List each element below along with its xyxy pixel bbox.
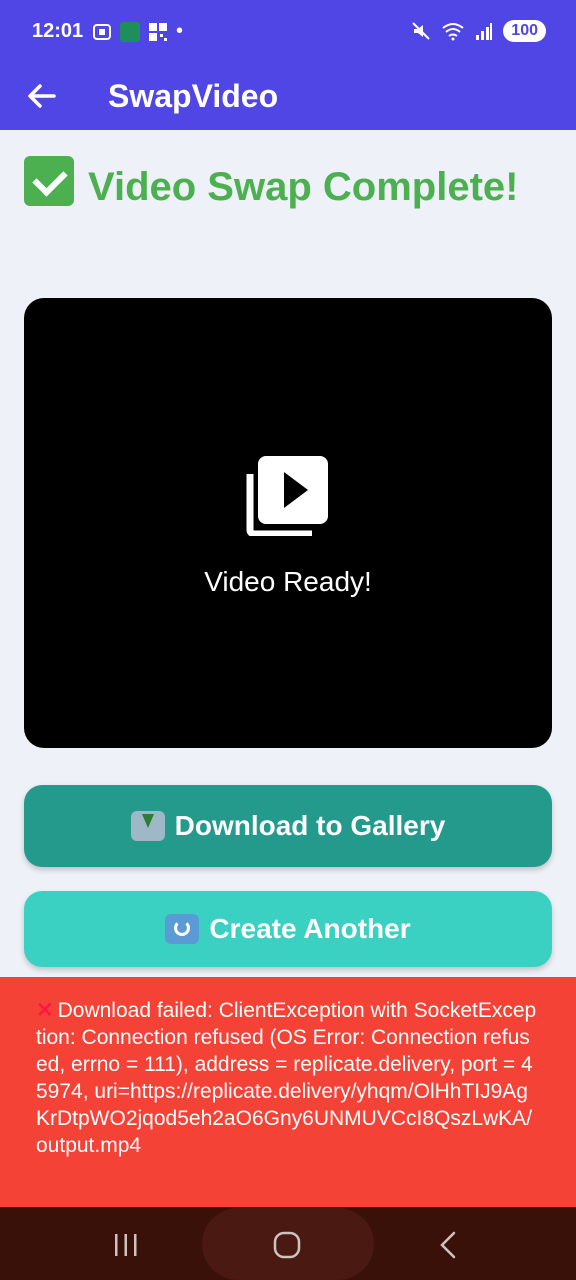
app-icon bbox=[120, 21, 140, 42]
app-bar: SwapVideo bbox=[0, 64, 576, 130]
home-icon[interactable] bbox=[272, 1230, 302, 1260]
video-ready-label: Video Ready! bbox=[204, 566, 372, 597]
headline-text: Video Swap Complete! bbox=[88, 165, 519, 209]
status-time: 12:01 bbox=[32, 20, 84, 42]
screenshot-icon bbox=[93, 23, 111, 40]
status-left-icons: • bbox=[92, 20, 183, 43]
qr-icon bbox=[149, 22, 167, 41]
check-mark-icon bbox=[24, 156, 74, 206]
download-button-label: Download to Gallery bbox=[174, 810, 446, 841]
recent-apps-icon[interactable] bbox=[112, 1232, 140, 1258]
status-right-icons: 100 bbox=[411, 20, 546, 42]
create-another-button[interactable]: Create Another bbox=[24, 891, 552, 967]
error-banner: ✕ Download failed: ClientException with S… bbox=[0, 977, 576, 1207]
signal-icon bbox=[476, 23, 493, 40]
page-title: Video Swap Complete! bbox=[24, 156, 544, 214]
arrow-left-icon[interactable] bbox=[22, 76, 62, 116]
video-library-icon bbox=[246, 456, 328, 536]
status-dot: • bbox=[176, 20, 184, 42]
download-button[interactable]: Download to Gallery bbox=[24, 785, 552, 867]
refresh-icon bbox=[165, 914, 200, 944]
mute-icon bbox=[412, 22, 431, 40]
inbox-tray-icon bbox=[130, 811, 165, 841]
app-title: SwapVideo bbox=[108, 78, 279, 114]
back-icon[interactable] bbox=[436, 1230, 462, 1260]
wifi-icon bbox=[442, 23, 464, 41]
create-button-label: Create Another bbox=[209, 913, 411, 944]
status-bar: 12:01 • 100 bbox=[0, 0, 576, 64]
battery-level: 100 bbox=[503, 20, 546, 42]
cross-mark-icon: ✕ bbox=[36, 999, 54, 1022]
error-message: Download failed: ClientException with So… bbox=[36, 999, 537, 1157]
